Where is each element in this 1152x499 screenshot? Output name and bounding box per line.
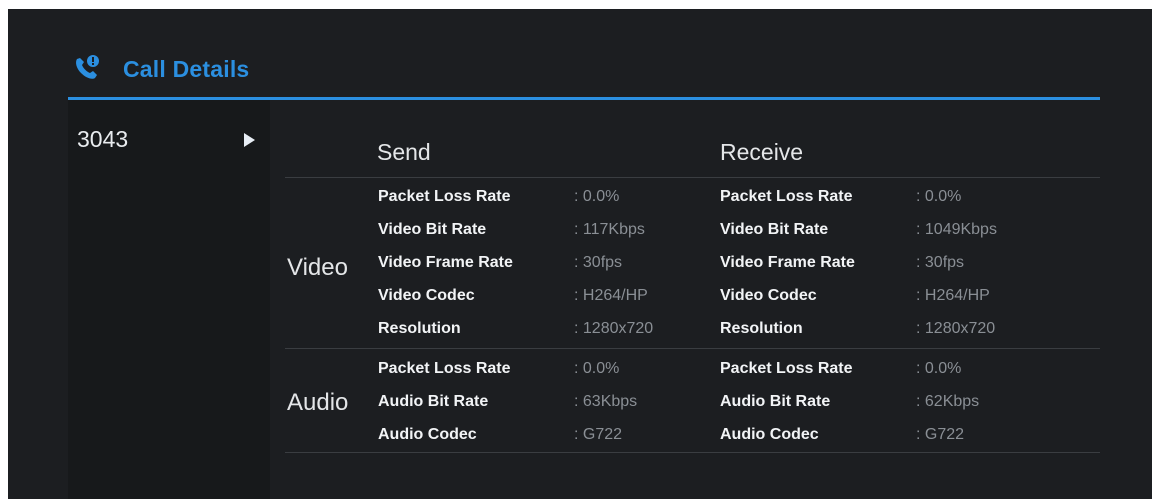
send-stat-label: Video Frame Rate bbox=[378, 254, 513, 271]
receive-stat-label: Video Codec bbox=[720, 287, 817, 304]
sidebar-item-3043[interactable]: 3043 bbox=[68, 100, 270, 152]
send-stat-value: : 30fps bbox=[574, 254, 623, 271]
receive-stat-value: : 62Kbps bbox=[916, 393, 980, 410]
header-bar: Call Details bbox=[68, 9, 1100, 100]
receive-stat-label: Packet Loss Rate bbox=[720, 360, 853, 377]
send-stat-label: Audio Codec bbox=[378, 426, 477, 443]
sidebar: 3043 bbox=[68, 100, 270, 499]
receive-stat-value: : 0.0% bbox=[916, 360, 962, 377]
receive-stat-value: : G722 bbox=[916, 426, 965, 443]
phone-call-icon bbox=[76, 55, 99, 79]
receive-stat-value: : 1049Kbps bbox=[916, 221, 997, 238]
play-arrow-icon bbox=[244, 133, 255, 147]
send-stat-value: : 1280x720 bbox=[574, 320, 654, 337]
send-stat-value: : G722 bbox=[574, 426, 623, 443]
video-section-label: Video bbox=[287, 254, 348, 281]
send-stat-label: Audio Bit Rate bbox=[378, 393, 489, 410]
divider bbox=[285, 177, 1100, 178]
call-details-screen: Call Details 3043 Send Receive Video Aud… bbox=[8, 9, 1152, 499]
send-stat-label: Resolution bbox=[378, 320, 461, 337]
receive-stat-label: Audio Codec bbox=[720, 426, 819, 443]
send-stat-value: : 0.0% bbox=[574, 360, 620, 377]
receive-column-header: Receive bbox=[720, 139, 804, 165]
receive-stat-label: Video Bit Rate bbox=[720, 221, 829, 238]
receive-stat-label: Resolution bbox=[720, 320, 803, 337]
receive-stat-label: Packet Loss Rate bbox=[720, 188, 853, 205]
page-title: Call Details bbox=[123, 56, 250, 82]
receive-stat-value: : 30fps bbox=[916, 254, 965, 271]
receive-stat-value: : H264/HP bbox=[916, 287, 990, 304]
send-column-header: Send bbox=[377, 139, 431, 165]
sidebar-item-label: 3043 bbox=[77, 126, 129, 152]
send-stat-label: Video Bit Rate bbox=[378, 221, 487, 238]
send-stat-label: Packet Loss Rate bbox=[378, 188, 511, 205]
send-stat-value: : 0.0% bbox=[574, 188, 620, 205]
divider bbox=[285, 452, 1100, 453]
divider bbox=[285, 348, 1100, 349]
receive-stat-value: : 1280x720 bbox=[916, 320, 996, 337]
send-stat-value: : 117Kbps bbox=[574, 221, 645, 238]
receive-stat-label: Video Frame Rate bbox=[720, 254, 855, 271]
send-stat-value: : H264/HP bbox=[574, 287, 648, 304]
receive-stat-label: Audio Bit Rate bbox=[720, 393, 831, 410]
send-stat-label: Video Codec bbox=[378, 287, 475, 304]
audio-section-label: Audio bbox=[287, 389, 349, 416]
send-stat-label: Packet Loss Rate bbox=[378, 360, 511, 377]
send-stat-value: : 63Kbps bbox=[574, 393, 638, 410]
receive-stat-value: : 0.0% bbox=[916, 188, 962, 205]
